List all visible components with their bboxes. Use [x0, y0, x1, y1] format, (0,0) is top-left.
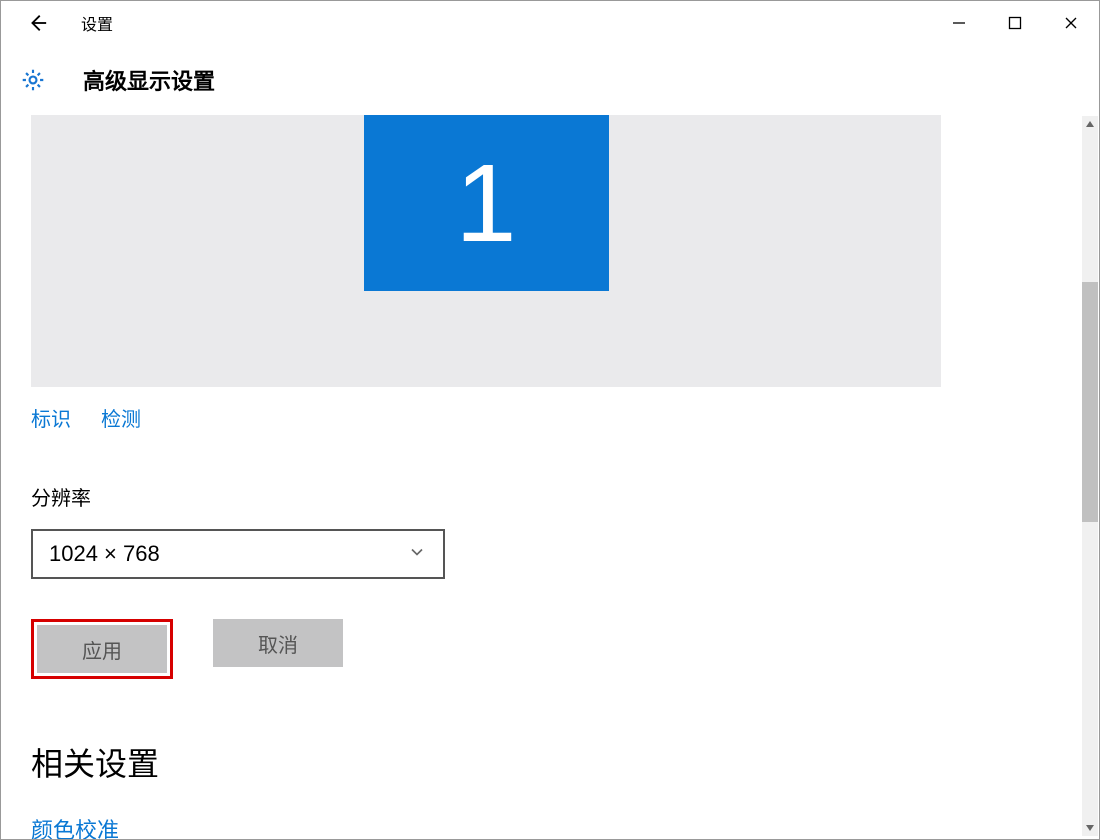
- resolution-select[interactable]: 1024 × 768: [31, 529, 445, 579]
- cancel-button[interactable]: 取消: [213, 619, 343, 667]
- resolution-label: 分辨率: [31, 482, 1069, 511]
- window-title: 设置: [81, 11, 113, 35]
- scroll-thumb[interactable]: [1082, 282, 1098, 522]
- vertical-scrollbar[interactable]: [1082, 116, 1098, 836]
- page-header: 高级显示设置: [1, 45, 1099, 115]
- content-area: 1 标识 检测 分辨率 1024 × 768 应用 取消 相关设置 颜色校准: [1, 115, 1099, 839]
- display-preview-area: 1: [31, 115, 941, 387]
- resolution-value: 1024 × 768: [49, 541, 407, 567]
- related-settings-heading: 相关设置: [31, 739, 1069, 785]
- apply-button[interactable]: 应用: [37, 625, 167, 673]
- scroll-track[interactable]: [1082, 132, 1098, 820]
- apply-highlight-annotation: 应用: [31, 619, 173, 679]
- detect-link[interactable]: 检测: [101, 403, 141, 432]
- gear-icon: [19, 66, 47, 94]
- scroll-up-arrow-icon[interactable]: [1082, 116, 1098, 132]
- identify-link[interactable]: 标识: [31, 403, 71, 432]
- titlebar: 设置: [1, 1, 1099, 45]
- back-button[interactable]: [21, 7, 53, 39]
- monitor-tile-1[interactable]: 1: [364, 115, 609, 291]
- maximize-button[interactable]: [987, 1, 1043, 45]
- scroll-down-arrow-icon[interactable]: [1082, 820, 1098, 836]
- color-calibration-link[interactable]: 颜色校准: [31, 813, 1069, 839]
- chevron-down-icon: [407, 542, 427, 567]
- page-title: 高级显示设置: [83, 64, 215, 96]
- minimize-button[interactable]: [931, 1, 987, 45]
- close-button[interactable]: [1043, 1, 1099, 45]
